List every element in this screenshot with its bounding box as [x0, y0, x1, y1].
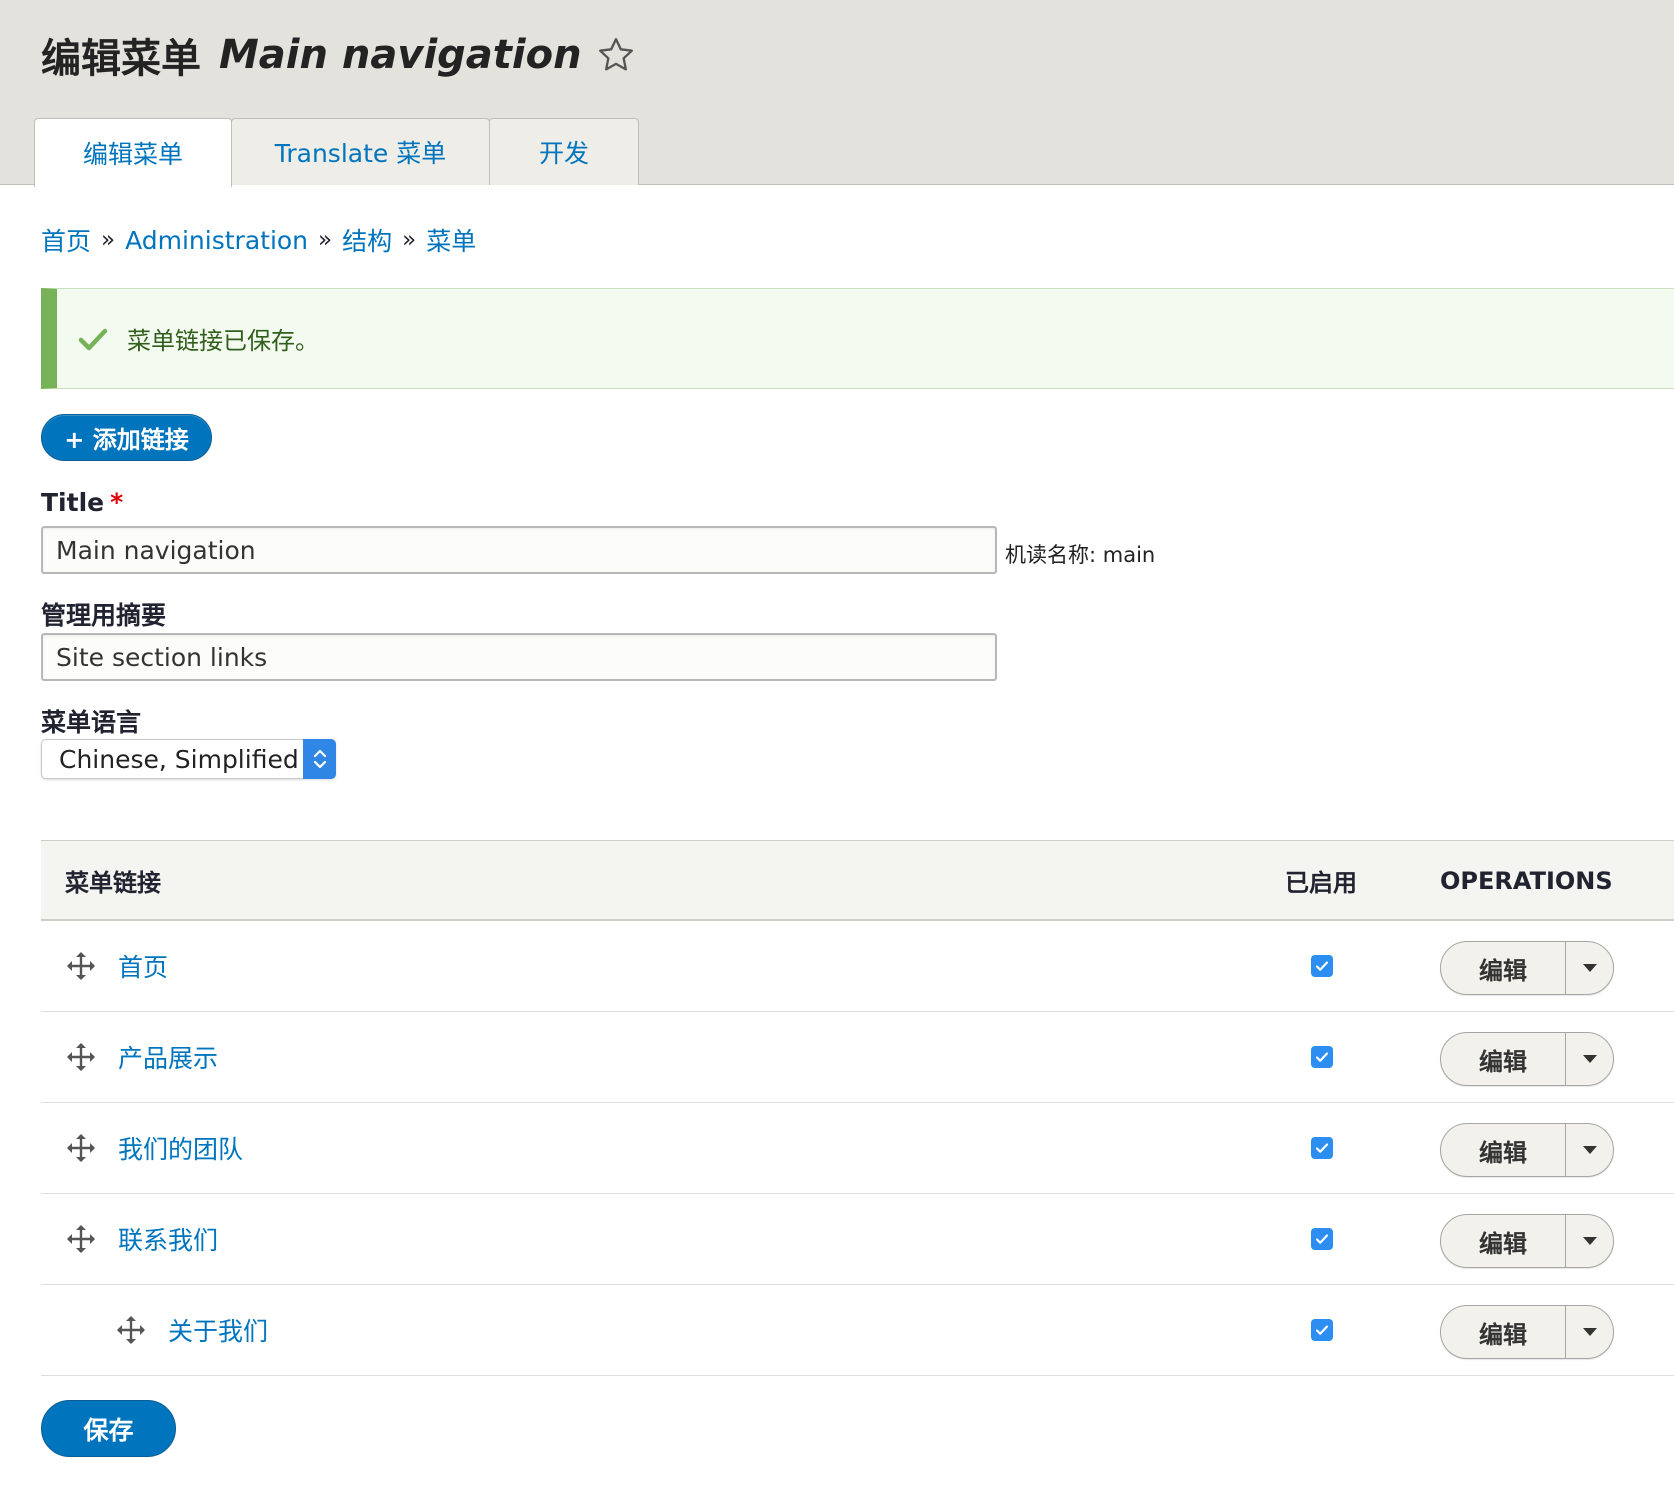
column-header-enabled: 已启用 [1285, 869, 1357, 897]
checkmark-icon [1315, 1143, 1329, 1153]
operations-dropbutton: 编辑 [1440, 941, 1614, 995]
drag-handle-icon[interactable] [66, 951, 96, 981]
page-title-menu-name: Main navigation [219, 32, 582, 78]
breadcrumb: 首页 » Administration » 结构 » 菜单 [41, 222, 476, 258]
title-label: Title * [41, 488, 123, 517]
operations-toggle-button[interactable] [1566, 942, 1613, 994]
select-arrows-icon [303, 739, 336, 779]
language-select[interactable]: Chinese, Simplified [41, 739, 336, 779]
enabled-checkbox[interactable] [1311, 1319, 1333, 1341]
breadcrumb-link-home[interactable]: 首页 [41, 222, 91, 258]
table-header: 菜单链接 已启用 OPERATIONS [41, 840, 1674, 921]
table-row: 产品展示 编辑 [41, 1012, 1674, 1103]
operations-toggle-button[interactable] [1566, 1215, 1613, 1267]
table-row: 首页 编辑 [41, 921, 1674, 1012]
breadcrumb-separator: » [402, 227, 417, 253]
enabled-checkbox[interactable] [1311, 955, 1333, 977]
column-header-operations: OPERATIONS [1440, 866, 1613, 895]
status-message: 菜单链接已保存。 [41, 288, 1674, 389]
machine-name: 机读名称: main [1005, 543, 1156, 567]
operations-toggle-button[interactable] [1566, 1306, 1613, 1358]
caret-down-icon [1582, 964, 1597, 972]
save-button[interactable]: 保存 [41, 1400, 176, 1457]
page-title: 编辑菜单 Main navigation [41, 26, 636, 84]
enabled-checkbox[interactable] [1311, 1137, 1333, 1159]
tab-label: 开发 [538, 139, 589, 168]
checkmark-icon [1315, 1234, 1329, 1244]
page-header: 编辑菜单 Main navigation 编辑菜单 Translate 菜单 开… [0, 0, 1674, 187]
drag-handle-icon[interactable] [66, 1224, 96, 1254]
title-input[interactable] [41, 526, 997, 574]
title-label-text: Title [41, 488, 105, 517]
menu-link-title[interactable]: 首页 [118, 948, 168, 984]
caret-down-icon [1582, 1146, 1597, 1154]
table-row: 我们的团队 编辑 [41, 1103, 1674, 1194]
summary-input[interactable] [41, 633, 997, 681]
edit-button[interactable]: 编辑 [1441, 1306, 1566, 1358]
menu-link-title[interactable]: 我们的团队 [118, 1130, 243, 1166]
edit-button[interactable]: 编辑 [1441, 1033, 1566, 1085]
language-label: 菜单语言 [41, 708, 142, 737]
star-icon[interactable] [596, 35, 636, 75]
breadcrumb-link-structure[interactable]: 结构 [342, 222, 392, 258]
required-mark: * [110, 488, 124, 517]
caret-down-icon [1582, 1237, 1597, 1245]
check-icon [78, 328, 108, 350]
table-row: 联系我们 编辑 [41, 1194, 1674, 1285]
column-header-menu-link: 菜单链接 [65, 869, 161, 897]
caret-down-icon [1582, 1328, 1597, 1336]
edit-button[interactable]: 编辑 [1441, 1124, 1566, 1176]
language-select-value: Chinese, Simplified [59, 744, 299, 774]
checkmark-icon [1315, 1052, 1329, 1062]
summary-label: 管理用摘要 [41, 601, 167, 630]
operations-toggle-button[interactable] [1566, 1033, 1613, 1085]
enabled-checkbox[interactable] [1311, 1228, 1333, 1250]
edit-button[interactable]: 编辑 [1441, 942, 1566, 994]
tab-label: 编辑菜单 [82, 140, 183, 169]
checkmark-icon [1315, 1325, 1329, 1335]
drag-handle-icon[interactable] [116, 1315, 146, 1345]
checkmark-icon [1315, 961, 1329, 971]
operations-dropbutton: 编辑 [1440, 1032, 1614, 1086]
status-message-text: 菜单链接已保存。 [127, 327, 319, 355]
page-title-prefix: 编辑菜单 [41, 36, 201, 82]
drag-handle-icon[interactable] [66, 1042, 96, 1072]
drag-handle-icon[interactable] [66, 1133, 96, 1163]
operations-dropbutton: 编辑 [1440, 1305, 1614, 1359]
tab-translate-menu[interactable]: Translate 菜单 [231, 118, 490, 185]
breadcrumb-separator: » [101, 227, 116, 253]
tab-edit-menu[interactable]: 编辑菜单 [34, 118, 232, 187]
table-row: 关于我们 编辑 [41, 1285, 1674, 1376]
menu-links-table: 菜单链接 已启用 OPERATIONS 首页 编辑 产品展示 编辑 我们的团队 … [41, 840, 1674, 1376]
menu-link-title[interactable]: 联系我们 [118, 1221, 218, 1257]
breadcrumb-link-administration[interactable]: Administration [125, 226, 308, 255]
caret-down-icon [1582, 1055, 1597, 1063]
breadcrumb-link-menus[interactable]: 菜单 [426, 222, 476, 258]
operations-dropbutton: 编辑 [1440, 1123, 1614, 1177]
menu-link-title[interactable]: 关于我们 [168, 1312, 268, 1348]
tab-develop[interactable]: 开发 [489, 118, 639, 185]
tabs: 编辑菜单 Translate 菜单 开发 [34, 118, 639, 187]
operations-toggle-button[interactable] [1566, 1124, 1613, 1176]
operations-dropbutton: 编辑 [1440, 1214, 1614, 1268]
tab-label: Translate 菜单 [274, 139, 447, 168]
breadcrumb-separator: » [318, 227, 333, 253]
enabled-checkbox[interactable] [1311, 1046, 1333, 1068]
add-link-button[interactable]: + 添加链接 [41, 414, 212, 461]
edit-button[interactable]: 编辑 [1441, 1215, 1566, 1267]
menu-link-title[interactable]: 产品展示 [118, 1039, 218, 1075]
